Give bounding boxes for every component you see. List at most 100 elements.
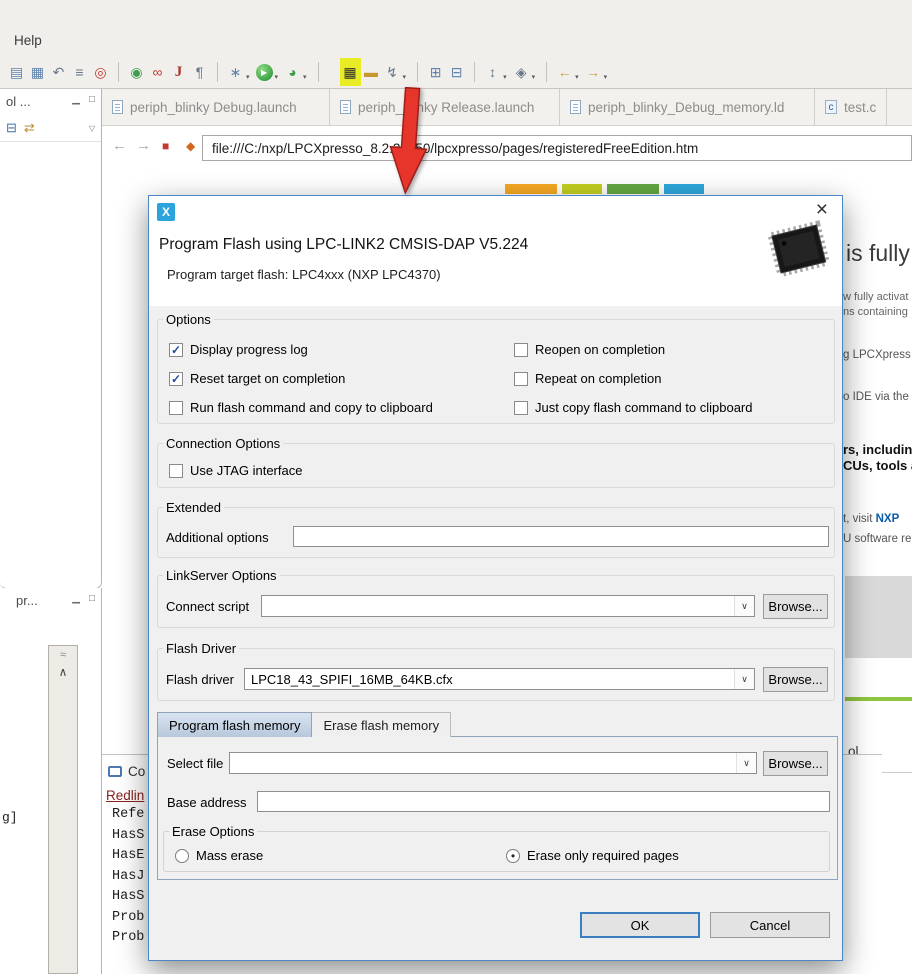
nxp-logo-fragment xyxy=(607,184,659,194)
cancel-button[interactable]: Cancel xyxy=(710,912,830,938)
dropdown-caret-icon[interactable]: ▾ xyxy=(575,73,579,81)
extended-group-label: Extended xyxy=(166,500,221,515)
checkbox-box: ✓ xyxy=(169,371,183,386)
tab-program-flash-memory[interactable]: Program flash memory xyxy=(157,712,313,737)
flash-driver-browse-button[interactable]: Browse... xyxy=(763,667,828,692)
external-tools-icon[interactable]: ↯ xyxy=(382,58,403,86)
dropdown-caret-icon[interactable]: ▾ xyxy=(303,73,307,81)
open-folder-icon[interactable]: ▬ xyxy=(361,58,382,86)
connect-script-browse-button[interactable]: Browse... xyxy=(763,594,828,619)
editor-tab[interactable]: periph_blinky Release.launch xyxy=(330,89,560,125)
checkbox-reset-target-on-completion[interactable]: ✓ Reset target on completion xyxy=(169,371,345,386)
nxp-logo-fragment xyxy=(562,184,602,194)
save-all-icon[interactable]: ▦ xyxy=(27,58,48,86)
ok-button[interactable]: OK xyxy=(580,912,700,938)
checkbox-box xyxy=(514,400,528,415)
checkbox-repeat-on-completion[interactable]: Repeat on completion xyxy=(514,371,661,386)
grid-icon[interactable]: ⊟ xyxy=(446,58,467,86)
dropdown-caret-icon[interactable]: ▾ xyxy=(604,73,608,81)
whitespace-icon[interactable]: ¶ xyxy=(189,58,210,86)
chevron-down-icon[interactable]: ∨ xyxy=(734,669,754,689)
panel-window-buttons: ▁ □ xyxy=(72,94,95,105)
checkbox-box xyxy=(514,371,528,386)
checkbox-box: ✓ xyxy=(169,342,183,357)
editor-tab-label: periph_blinky_Debug_memory.ld xyxy=(588,99,785,115)
stop-icon[interactable]: ■ xyxy=(162,139,169,153)
tab-erase-flash-memory[interactable]: Erase flash memory xyxy=(312,712,452,737)
restore-icon[interactable]: ≈ xyxy=(60,649,66,661)
dropdown-caret-icon[interactable]: ▾ xyxy=(246,73,250,81)
minimize-button[interactable]: ▁ xyxy=(72,593,80,604)
additional-options-input[interactable] xyxy=(293,526,829,547)
sort-icon[interactable]: ↕ xyxy=(482,58,503,86)
radio-erase-only-required-pages[interactable]: ● Erase only required pages xyxy=(506,848,679,863)
toolbar-separator xyxy=(474,62,476,82)
run-icon[interactable]: ▶ xyxy=(254,58,275,86)
address-url-field[interactable]: file:///C:/nxp/LPCXpresso_8.2.2_650/lpcx… xyxy=(202,135,912,161)
nxp-logo-fragment xyxy=(664,184,704,194)
editor-tab-label: periph_blinky Release.launch xyxy=(358,99,535,115)
dropdown-caret-icon[interactable]: ▾ xyxy=(503,73,507,81)
dropdown-caret-icon[interactable]: ▾ xyxy=(403,73,407,81)
collapse-all-icon[interactable]: ⊟ xyxy=(6,120,17,136)
nxp-link[interactable]: NXP xyxy=(876,513,900,525)
maximize-button[interactable]: □ xyxy=(89,94,95,105)
view-menu-icon[interactable]: ▽ xyxy=(89,124,95,133)
checkbox-just-copy-flash-command[interactable]: Just copy flash command to clipboard xyxy=(514,400,753,415)
scroll-up-icon[interactable]: ∧ xyxy=(59,665,68,679)
minimize-button[interactable]: ▁ xyxy=(72,94,80,105)
console-line: Prob xyxy=(112,930,145,945)
editor-tab[interactable]: periph_blinky Debug.launch xyxy=(102,89,330,125)
run-icon-glyph: ▶ xyxy=(255,63,273,81)
undo-icon[interactable]: ↶ xyxy=(48,58,69,86)
mark-occurrences-icon[interactable]: ◈ xyxy=(511,58,532,86)
radio-mass-erase[interactable]: Mass erase xyxy=(175,848,263,863)
select-file-browse-button[interactable]: Browse... xyxy=(763,751,828,776)
editor-tab[interactable]: periph_blinky_Debug_memory.ld xyxy=(560,89,815,125)
maximize-button[interactable]: □ xyxy=(89,593,95,604)
forward-history-icon[interactable]: → xyxy=(583,58,604,86)
dialog-title: Program Flash using LPC-LINK2 CMSIS-DAP … xyxy=(159,236,529,253)
checkbox-display-progress-log[interactable]: ✓ Display progress log xyxy=(169,342,308,357)
dropdown-caret-icon[interactable]: ▾ xyxy=(532,73,536,81)
flash-driver-combo[interactable]: LPC18_43_SPIFI_16MB_64KB.cfx ∨ xyxy=(244,668,755,690)
toolbar-separator xyxy=(118,62,119,82)
radio-dot: ● xyxy=(510,850,516,860)
dropdown-caret-icon[interactable]: ▾ xyxy=(275,73,279,81)
checkbox-run-flash-command-copy[interactable]: Run flash command and copy to clipboard xyxy=(169,400,433,415)
checkbox-box xyxy=(169,400,183,415)
console-link[interactable]: Redlin xyxy=(106,788,144,803)
profile-icon[interactable]: ◕ xyxy=(282,58,303,86)
editor-tab[interactable]: c test.c xyxy=(815,89,888,125)
connect-script-combo[interactable]: ∨ xyxy=(261,595,755,617)
toolbar-separator xyxy=(217,62,218,82)
table-icon[interactable]: ⊞ xyxy=(425,58,446,86)
save-icon[interactable]: ▤ xyxy=(6,58,27,86)
dialog-subtitle: Program target flash: LPC4xxx (NXP LPC43… xyxy=(167,267,441,282)
checkbox-reopen-on-completion[interactable]: Reopen on completion xyxy=(514,342,665,357)
link-with-editor-icon[interactable]: ⇄ xyxy=(24,120,35,136)
check-mark: ✓ xyxy=(170,371,182,386)
link-chain-icon[interactable]: ∞ xyxy=(147,58,168,86)
page-image-fragment xyxy=(845,576,912,658)
program-flash-icon[interactable]: ▦ xyxy=(339,58,361,86)
select-file-combo[interactable]: ∨ xyxy=(229,752,757,774)
chevron-down-icon[interactable]: ∨ xyxy=(734,596,754,616)
base-address-input[interactable] xyxy=(257,791,830,812)
page-text-fragment: g LPCXpress xyxy=(843,349,911,361)
checkbox-use-jtag-interface[interactable]: Use JTAG interface xyxy=(169,463,302,478)
build-icon[interactable]: ≡ xyxy=(69,58,90,86)
menu-help[interactable]: Help xyxy=(14,33,42,48)
new-wizard-icon[interactable]: ∗ xyxy=(225,58,246,86)
back-nav-icon[interactable]: ← xyxy=(112,137,127,154)
chevron-down-icon[interactable]: ∨ xyxy=(736,753,756,773)
java-launch-icon[interactable]: J xyxy=(168,58,189,86)
toolbar-separator xyxy=(417,62,419,82)
debug-icon[interactable]: ◆ xyxy=(186,139,195,153)
back-history-icon[interactable]: ← xyxy=(554,58,575,86)
cut-console-text: g] xyxy=(2,810,18,825)
flash-driver-label: Flash driver xyxy=(166,672,234,687)
java-bean-icon[interactable]: ◉ xyxy=(126,58,147,86)
debug-target-icon[interactable]: ◎ xyxy=(90,58,111,86)
forward-nav-icon[interactable]: → xyxy=(136,137,151,154)
